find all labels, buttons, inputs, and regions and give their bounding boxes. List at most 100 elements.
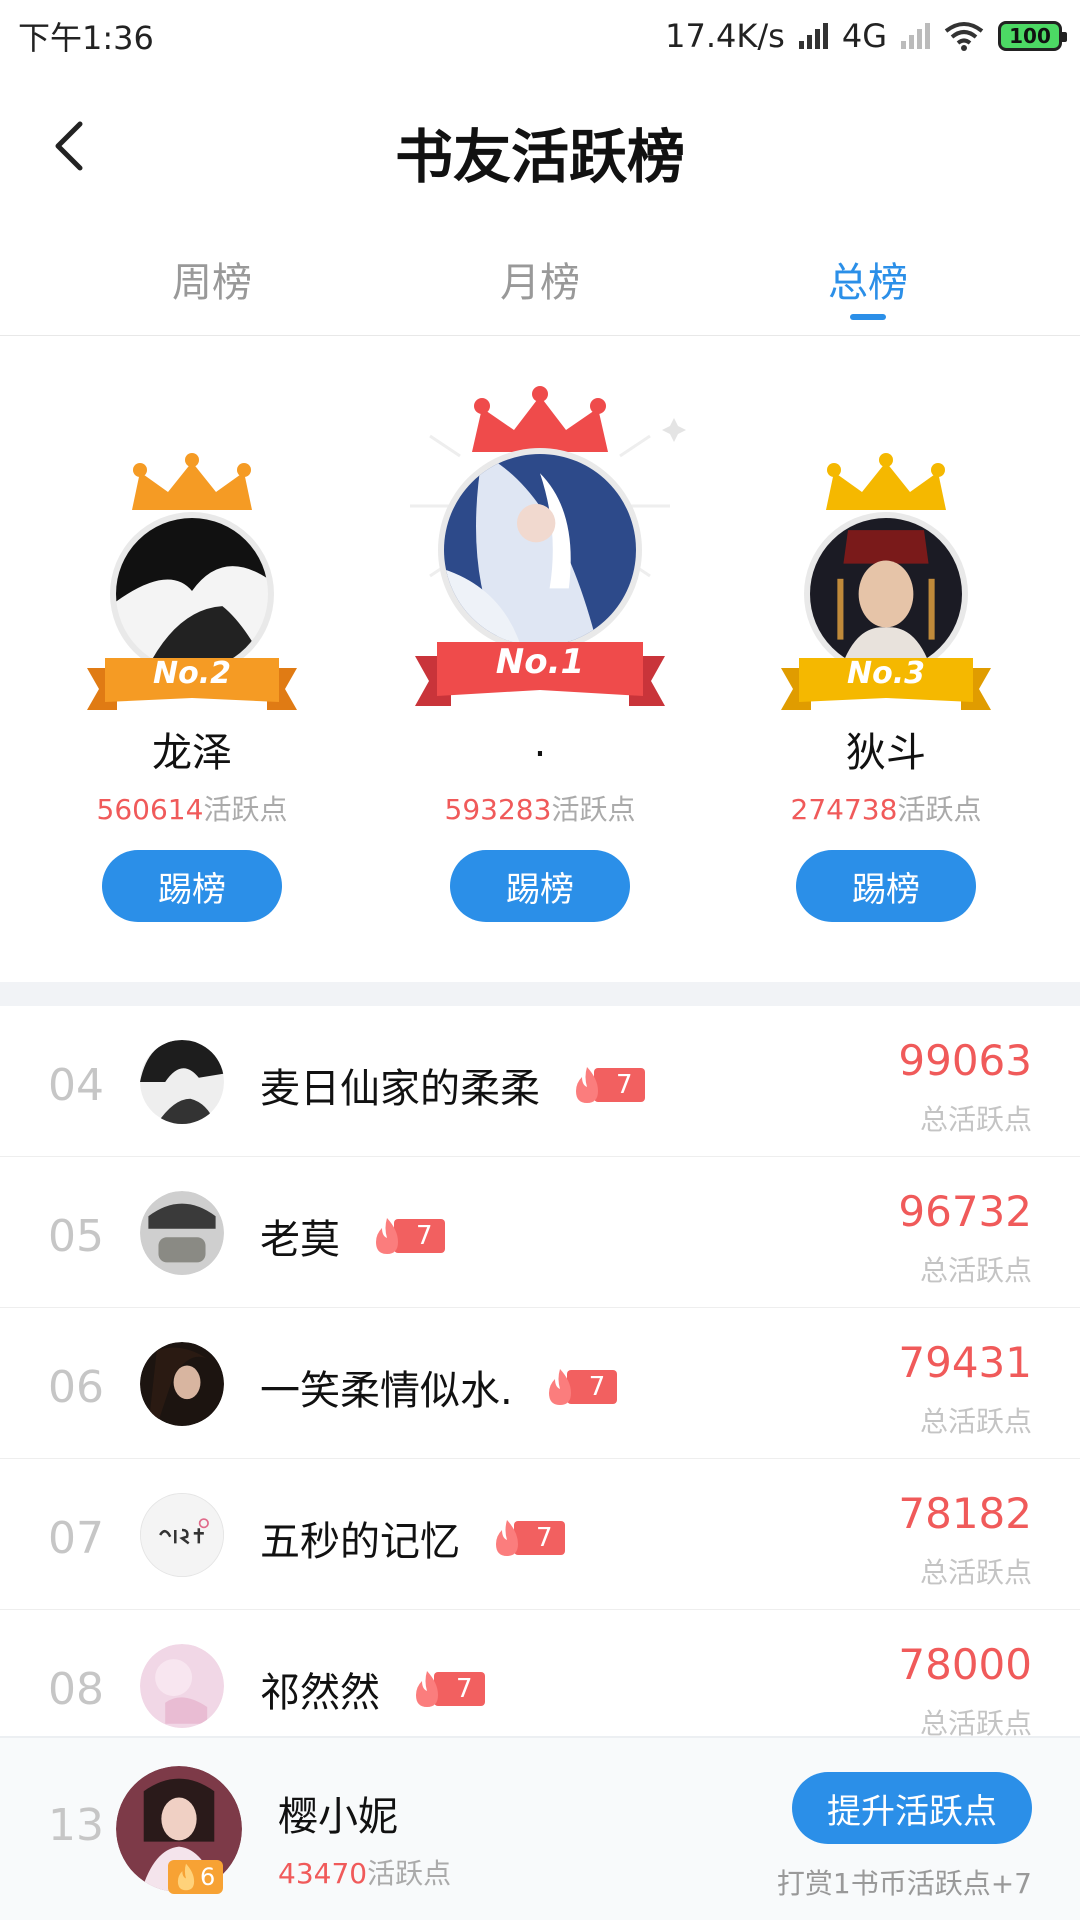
- my-points-value: 43470: [278, 1857, 368, 1890]
- avatar[interactable]: [810, 518, 962, 670]
- rank-number: 05: [48, 1211, 104, 1262]
- list-item[interactable]: 07 五秒的记忆 7 78182 总活跃点: [0, 1459, 1080, 1610]
- level-badge: 7: [368, 1218, 445, 1254]
- list-item[interactable]: 04 麦日仙家的柔柔 7 99063 总活跃点: [0, 1006, 1080, 1157]
- points-value: 78182: [898, 1489, 1032, 1538]
- user-name-wrap: 麦日仙家的柔柔 7: [260, 1056, 645, 1114]
- my-points: 43470活跃点: [278, 1852, 451, 1892]
- list-item[interactable]: 06 一笑柔情似水. 7 79431 总活跃点: [0, 1308, 1080, 1459]
- flame-icon: [376, 1218, 398, 1254]
- header: 书友活跃榜: [0, 72, 1080, 222]
- avatar-frame: [110, 512, 274, 676]
- level-badge: 7: [568, 1067, 645, 1103]
- battery-icon: 100: [998, 21, 1067, 51]
- podium-third: No.3 狄斗 274738活跃点 踢榜: [736, 336, 1036, 982]
- user-name-wrap: 祁然然 7: [260, 1660, 485, 1718]
- user-name: 龙泽: [152, 730, 232, 776]
- flame-icon: [416, 1671, 438, 1707]
- level-badge: 7: [541, 1369, 618, 1405]
- rank-number: 06: [48, 1362, 104, 1413]
- reward-hint: 打赏1书币活跃点+7: [776, 1867, 1032, 1900]
- user-name: 狄斗: [846, 730, 926, 776]
- active-tab-indicator: [850, 314, 886, 320]
- points-value: 560614: [96, 793, 204, 826]
- points-unit: 总活跃点: [919, 1103, 1032, 1136]
- section-divider: [0, 982, 1080, 1006]
- points-unit: 活跃点: [551, 793, 636, 826]
- network-type: 4G: [841, 17, 887, 55]
- cell-signal-icon: [798, 23, 828, 49]
- network-speed: 17.4K/s: [665, 17, 785, 55]
- user-name-wrap: 老莫 7: [260, 1207, 445, 1265]
- my-name: 樱小妮: [278, 1794, 398, 1840]
- avatar[interactable]: [140, 1493, 224, 1577]
- my-level-badge: 6: [168, 1860, 224, 1894]
- cell-signal-2-icon: [901, 23, 930, 49]
- podium: No.2 龙泽 560614活跃点 踢榜 No.1 . 593283活跃点 踢榜…: [0, 336, 1080, 982]
- points-value: 274738: [790, 793, 898, 826]
- points-value: 99063: [898, 1036, 1032, 1085]
- user-points: 560614活跃点: [42, 788, 342, 828]
- points-value: 593283: [444, 793, 552, 826]
- rank-label: No.1: [495, 642, 585, 682]
- status-icons: 17.4K/s 4G 100: [665, 17, 1067, 55]
- tab-monthly[interactable]: 月榜: [440, 250, 640, 308]
- points-value: 78000: [898, 1640, 1032, 1689]
- wifi-icon: [944, 22, 984, 51]
- crown-icon: [132, 453, 252, 510]
- user-name: 五秒的记忆: [260, 1519, 460, 1565]
- points-value: 96732: [898, 1187, 1032, 1236]
- avatar[interactable]: [140, 1342, 224, 1426]
- points-unit: 总活跃点: [919, 1556, 1032, 1589]
- kick-button[interactable]: 踢榜: [450, 850, 630, 922]
- user-points: 274738活跃点: [736, 788, 1036, 828]
- crown-icon: [472, 386, 608, 452]
- tab-weekly[interactable]: 周榜: [112, 250, 312, 308]
- avatar-frame: [438, 448, 642, 652]
- status-time: 下午1:36: [18, 19, 154, 57]
- level-badge: 7: [488, 1520, 565, 1556]
- my-rank-number: 13: [48, 1800, 104, 1851]
- points-unit: 活跃点: [203, 793, 288, 826]
- kick-button[interactable]: 踢榜: [102, 850, 282, 922]
- level-badge: 7: [408, 1671, 485, 1707]
- my-level-number: 6: [200, 1863, 216, 1891]
- avatar[interactable]: [140, 1191, 224, 1275]
- battery-level: 100: [1009, 24, 1051, 48]
- avatar[interactable]: [140, 1040, 224, 1124]
- my-rank-bar: 13 6 樱小妮 43470活跃点 提升活跃点 打赏1书币活跃点+7: [0, 1736, 1080, 1920]
- user-points: 593283活跃点: [390, 788, 690, 828]
- user-name: 老莫: [260, 1217, 340, 1263]
- avatar[interactable]: [116, 518, 268, 670]
- avatar[interactable]: [444, 454, 636, 646]
- flame-icon: [576, 1067, 598, 1103]
- kick-button[interactable]: 踢榜: [796, 850, 976, 922]
- list-item[interactable]: 05 老莫 7 96732 总活跃点: [0, 1157, 1080, 1308]
- my-points-unit: 活跃点: [367, 1857, 452, 1890]
- ranking-list: 04 麦日仙家的柔柔 7 99063 总活跃点 05 老莫 7 96732 总活…: [0, 1006, 1080, 1761]
- flame-icon: [548, 1369, 571, 1405]
- rank-label: No.2: [153, 656, 231, 691]
- crown-icon: [826, 453, 946, 510]
- user-name: 麦日仙家的柔柔: [260, 1066, 540, 1112]
- user-name: 一笑柔情似水.: [260, 1368, 513, 1414]
- page-title: 书友活跃榜: [394, 123, 685, 191]
- user-name: .: [533, 720, 547, 766]
- user-name-wrap: 一笑柔情似水. 7: [260, 1358, 618, 1416]
- rank-number: 04: [48, 1060, 104, 1111]
- flame-icon: [496, 1520, 518, 1556]
- points-unit: 总活跃点: [919, 1405, 1032, 1438]
- tab-total[interactable]: 总榜: [768, 250, 968, 308]
- rank-number: 08: [48, 1664, 104, 1715]
- podium-first: No.1 . 593283活跃点 踢榜: [390, 336, 690, 982]
- user-name: 祁然然: [260, 1670, 380, 1716]
- rank-label: No.3: [847, 656, 925, 691]
- tab-bar: 周榜 月榜 总榜: [0, 236, 1080, 336]
- rank-number: 07: [48, 1513, 104, 1564]
- podium-second: No.2 龙泽 560614活跃点 踢榜: [42, 336, 342, 982]
- boost-activity-button[interactable]: 提升活跃点: [792, 1772, 1032, 1844]
- avatar[interactable]: [140, 1644, 224, 1728]
- avatar-frame: [804, 512, 968, 676]
- status-bar: 下午1:36 17.4K/s 4G 100: [0, 0, 1080, 72]
- points-unit: 活跃点: [897, 793, 982, 826]
